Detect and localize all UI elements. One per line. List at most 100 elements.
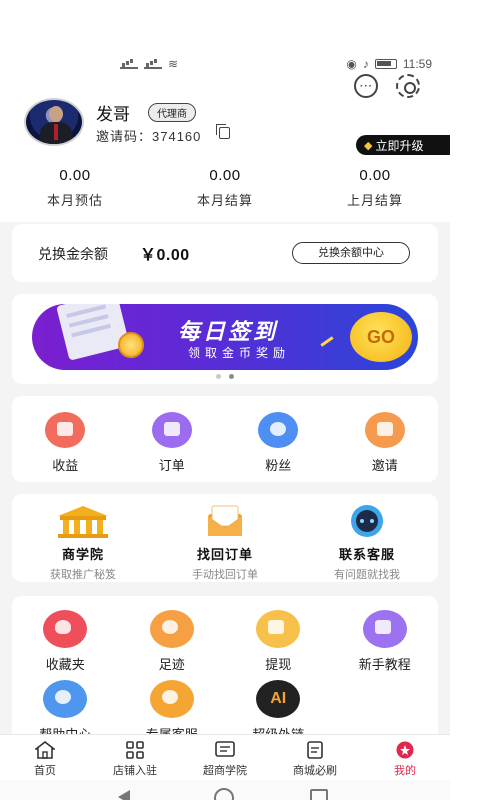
tool-label: 提现 (265, 657, 292, 672)
tab-mall[interactable]: 商城必刷 (270, 735, 360, 780)
signal-icon (120, 59, 138, 69)
balance-amount: ￥0.00 (140, 247, 190, 264)
tool-tutorial[interactable]: 新手教程 (332, 610, 439, 680)
tab-academy[interactable]: 超商学院 (180, 735, 270, 780)
balance-label: 兑换金余额 (38, 246, 108, 262)
go-button[interactable]: GO (350, 312, 412, 362)
menu-item-label: 邀请 (371, 458, 398, 473)
user-name: 发哥 (96, 105, 130, 124)
stat-last-month-settled[interactable]: 0.00 上月结算 (300, 167, 450, 209)
home-icon (33, 740, 57, 759)
stat-label: 本月结算 (196, 193, 253, 208)
search-service-icon (149, 680, 194, 718)
upgrade-label: 立即升级 (375, 138, 424, 153)
tool-label: 足迹 (158, 657, 185, 672)
feature-title: 联系客服 (338, 547, 395, 562)
app-screen: ≋ ◉ ♪ 11:59 ··· 发哥 代理商 邀请码：374160 ◆ 立即升级… (0, 0, 450, 800)
footprint-icon (149, 610, 194, 648)
banner-subtitle: 领取金币奖励 (188, 346, 291, 360)
mute-icon: ♪ (362, 57, 369, 71)
battery-icon (374, 59, 397, 69)
feature-title: 找回订单 (196, 547, 253, 562)
gear-icon[interactable] (396, 74, 420, 98)
stat-month-settled[interactable]: 0.00 本月结算 (150, 167, 300, 209)
back-icon[interactable] (118, 790, 130, 800)
feature-find-order[interactable]: 找回订单 手动找回订单 (154, 494, 296, 582)
carousel-dot-active[interactable] (229, 374, 234, 379)
tutorial-icon (362, 610, 407, 648)
tab-label: 超商学院 (203, 765, 247, 777)
feature-subtitle: 手动找回订单 (192, 569, 258, 581)
help-icon (43, 680, 88, 718)
income-icon (45, 412, 86, 448)
header-actions: ··· (354, 74, 420, 98)
carousel-dot[interactable] (216, 374, 221, 379)
recent-apps-icon[interactable] (310, 789, 328, 800)
tool-footprint[interactable]: 足迹 (119, 610, 226, 680)
menu-item-label: 订单 (158, 458, 185, 473)
profile-icon (395, 741, 415, 759)
home-circle-icon[interactable] (214, 788, 234, 800)
balance-card: 兑换金余额 ￥0.00 兑换余额中心 (12, 224, 438, 282)
order-icon (151, 412, 192, 448)
stat-value: 0.00 (359, 167, 391, 184)
fans-icon (258, 412, 299, 448)
customer-service-icon (336, 504, 398, 538)
stat-label: 上月结算 (346, 193, 403, 208)
invite-code: 邀请码：374160 (96, 129, 202, 144)
menu-item-income[interactable]: 收益 (12, 396, 119, 482)
withdraw-icon (256, 610, 301, 648)
menu-item-label: 粉丝 (265, 458, 292, 473)
find-order-icon (194, 504, 256, 538)
tool-favorites[interactable]: 收藏夹 (12, 610, 119, 680)
tool-label: 新手教程 (358, 657, 411, 672)
menu-item-orders[interactable]: 订单 (119, 396, 226, 482)
document-illustration (56, 304, 130, 361)
tools-grid: 收藏夹 足迹 提现 新手教程 帮助中心 专属客服 (12, 596, 438, 746)
daily-checkin-banner[interactable]: 每日签到 领取金币奖励 GO (32, 304, 418, 370)
stat-value: 0.00 (209, 167, 241, 184)
tab-home[interactable]: 首页 (0, 735, 90, 780)
role-badge: 代理商 (148, 103, 196, 122)
tab-label: 首页 (34, 765, 56, 777)
feature-academy[interactable]: 商学院 获取推广秘笈 (12, 494, 154, 582)
tab-mine[interactable]: 我的 (360, 735, 450, 780)
banner-card: 每日签到 领取金币奖励 GO (12, 294, 438, 384)
tool-withdraw[interactable]: 提现 (225, 610, 332, 680)
diamond-icon: ◆ (364, 139, 373, 152)
feature-customer-service[interactable]: 联系客服 有问题就找我 (296, 494, 438, 582)
stat-month-estimate[interactable]: 0.00 本月预估 (0, 167, 150, 209)
tools-list: 收藏夹 足迹 提现 新手教程 帮助中心 专属客服 (12, 610, 438, 750)
document-icon (305, 741, 325, 759)
feature-subtitle: 获取推广秘笈 (50, 569, 116, 581)
feature-subtitle: 有问题就找我 (334, 569, 400, 581)
clock: 11:59 (402, 57, 432, 71)
feature-title: 商学院 (61, 547, 104, 562)
main-menu-grid: 收益 订单 粉丝 邀请 (12, 396, 438, 482)
copy-icon[interactable] (216, 124, 230, 139)
favorites-icon (43, 610, 88, 648)
carousel-indicator (12, 374, 438, 379)
stat-value: 0.00 (59, 167, 91, 184)
coin-icon (118, 332, 144, 358)
sparkle-icon (320, 336, 334, 347)
eye-icon: ◉ (346, 57, 357, 71)
menu-item-invite[interactable]: 邀请 (332, 396, 439, 482)
tab-store-join[interactable]: 店铺入驻 (90, 735, 180, 780)
signal-icon-2 (144, 59, 162, 69)
ai-icon: AI (256, 680, 301, 718)
tab-label: 商城必刷 (293, 765, 337, 777)
upgrade-button[interactable]: ◆ 立即升级 (356, 135, 450, 155)
system-nav-bar (0, 780, 450, 800)
tab-label: 店铺入驻 (113, 765, 157, 777)
banner-title: 每日签到 (178, 319, 279, 344)
avatar[interactable] (24, 98, 84, 146)
feature-grid: 商学院 获取推广秘笈 找回订单 手动找回订单 联系客服 有问题就找我 (12, 494, 438, 582)
menu-item-label: 收益 (52, 458, 79, 473)
status-right: ◉ ♪ 11:59 (346, 57, 432, 71)
exchange-center-button[interactable]: 兑换余额中心 (292, 242, 410, 264)
message-icon[interactable]: ··· (354, 74, 378, 98)
status-left: ≋ (120, 57, 178, 71)
earnings-stats: 0.00 本月预估 0.00 本月结算 0.00 上月结算 (0, 167, 450, 209)
menu-item-fans[interactable]: 粉丝 (225, 396, 332, 482)
